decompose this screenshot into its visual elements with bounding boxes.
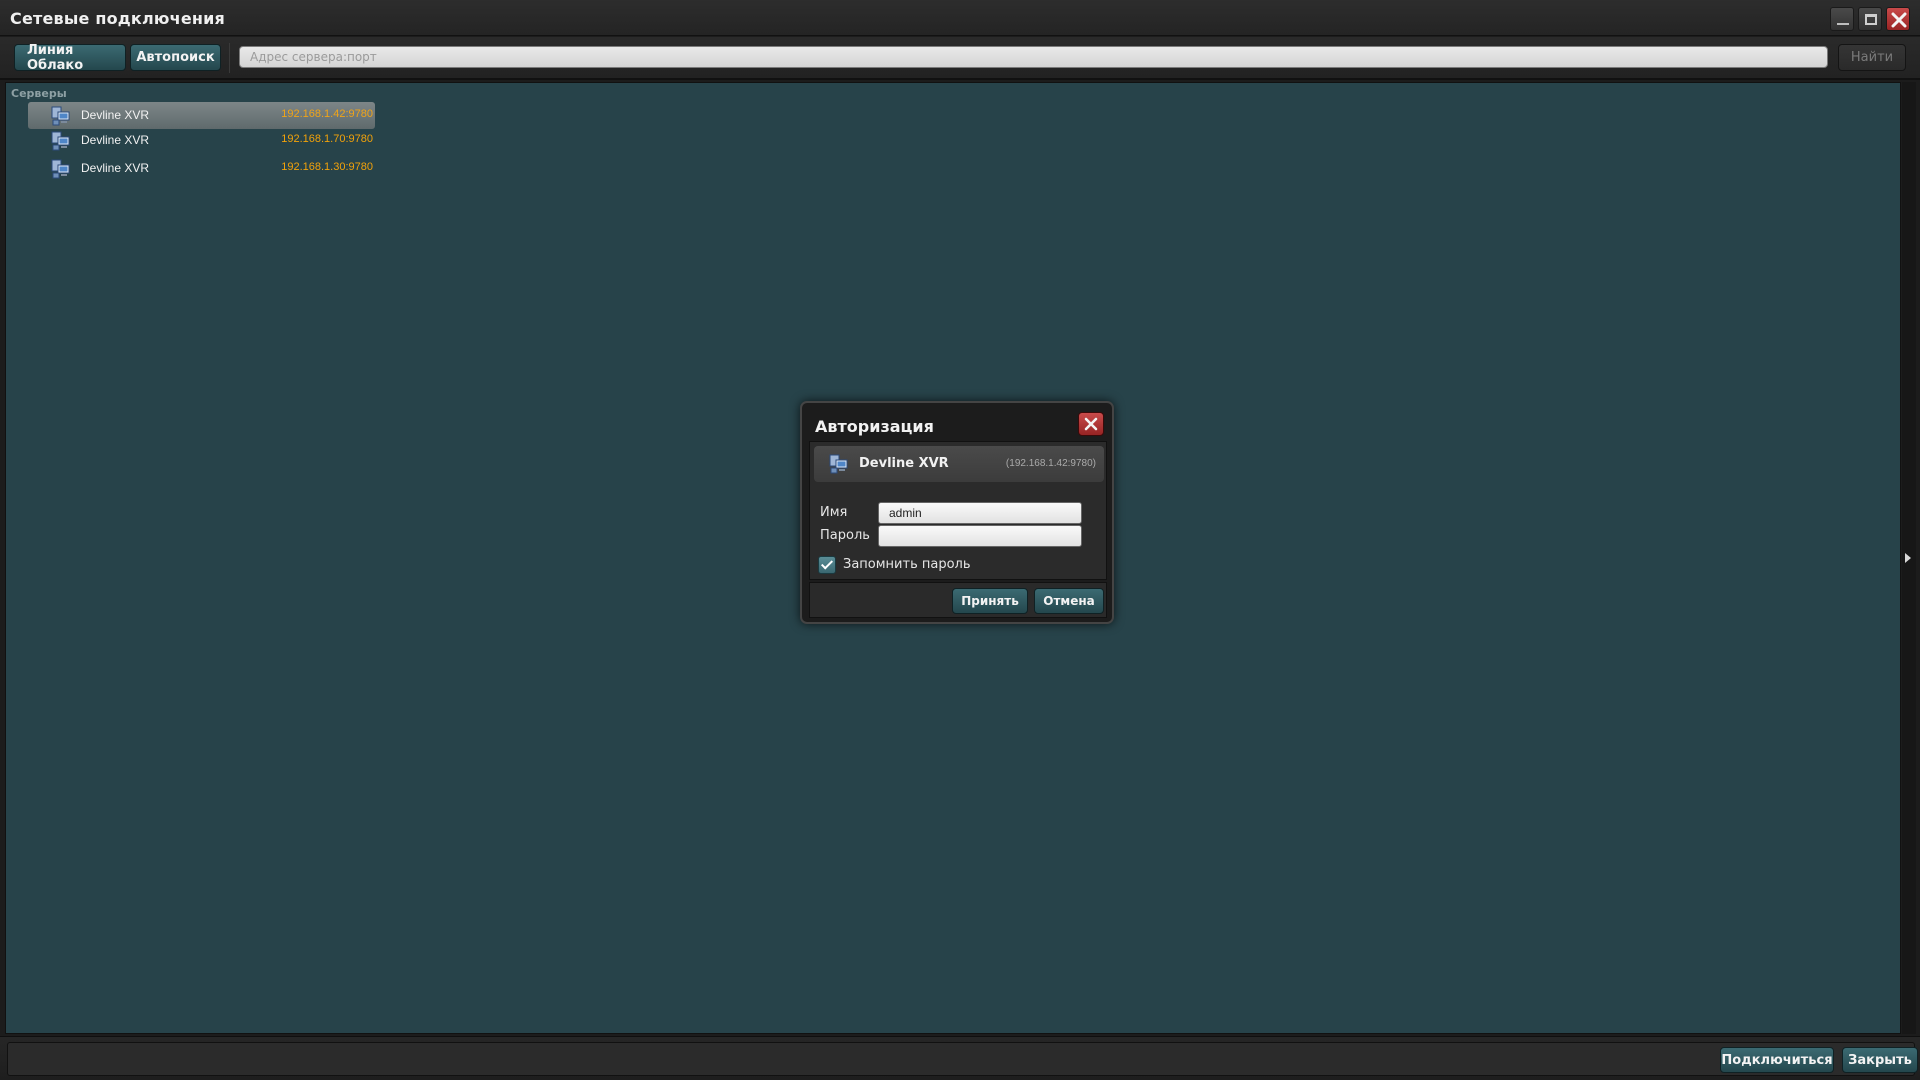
server-icon [51,131,70,151]
auth-dialog-footer: Принять Отмена [809,582,1107,618]
server-address: 192.168.1.30:9780 [281,161,373,173]
minimize-icon [1837,23,1849,25]
close-icon [1891,12,1907,28]
bottom-bar-panel: Подключиться Закрыть [7,1042,1918,1076]
password-label: Пароль [820,528,870,543]
bottom-bar: Подключиться Закрыть [0,1036,1920,1080]
maximize-icon [1865,14,1877,25]
server-icon [51,159,70,179]
server-icon [51,106,70,126]
server-address-input[interactable] [239,46,1828,68]
server-address: 192.168.1.42:9780 [281,108,373,120]
auth-dialog-title: Авторизация [815,417,934,436]
auth-dialog-body: Devline XVR (192.168.1.42:9780) Имя Паро… [809,441,1107,580]
window-title: Сетевые подключения [10,9,226,28]
server-list-item[interactable]: Devline XVR 192.168.1.30:9780 [28,155,375,182]
remember-password-checkbox[interactable] [818,556,836,574]
server-name: Devline XVR [81,133,150,147]
auth-dialog-close-button[interactable] [1078,412,1104,436]
scroll-arrow-icon[interactable] [1905,553,1911,563]
remember-password-label[interactable]: Запомнить пароль [843,557,971,572]
close-button[interactable]: Закрыть [1842,1047,1918,1073]
name-label: Имя [820,505,848,520]
network-connections-window: Сетевые подключения Линия Облако Автопои… [0,0,1920,1080]
server-list-item[interactable]: Devline XVR 192.168.1.42:9780 [28,102,375,129]
server-list-item[interactable]: Devline XVR 192.168.1.70:9780 [28,127,375,154]
close-icon [1084,417,1098,431]
auth-server-address: (192.168.1.42:9780) [1005,458,1096,469]
auth-server-name: Devline XVR [859,456,949,471]
accept-button[interactable]: Принять [952,588,1028,614]
toolbar-divider [229,43,230,73]
autosearch-button[interactable]: Автопоиск [130,44,221,71]
server-name: Devline XVR [81,161,150,175]
toolbar: Линия Облако Автопоиск Найти [0,37,1920,80]
window-close-button[interactable] [1886,7,1910,31]
server-icon [829,454,848,474]
cancel-button[interactable]: Отмена [1034,588,1104,614]
username-input[interactable] [878,502,1082,524]
maximize-button[interactable] [1858,7,1882,31]
checkmark-icon [820,557,834,570]
server-name: Devline XVR [81,108,150,122]
minimize-button[interactable] [1830,7,1854,31]
server-address: 192.168.1.70:9780 [281,133,373,145]
auth-dialog: Авторизация Devline XVR (192.168.1.42:97… [800,401,1114,624]
password-input[interactable] [878,525,1082,547]
cloud-button[interactable]: Линия Облако [14,43,126,73]
connect-button[interactable]: Подключиться [1720,1047,1834,1073]
title-bar: Сетевые подключения [0,0,1920,36]
find-button[interactable]: Найти [1838,44,1906,71]
auth-server-header: Devline XVR (192.168.1.42:9780) [814,446,1104,482]
servers-section-label: Серверы [11,87,67,100]
